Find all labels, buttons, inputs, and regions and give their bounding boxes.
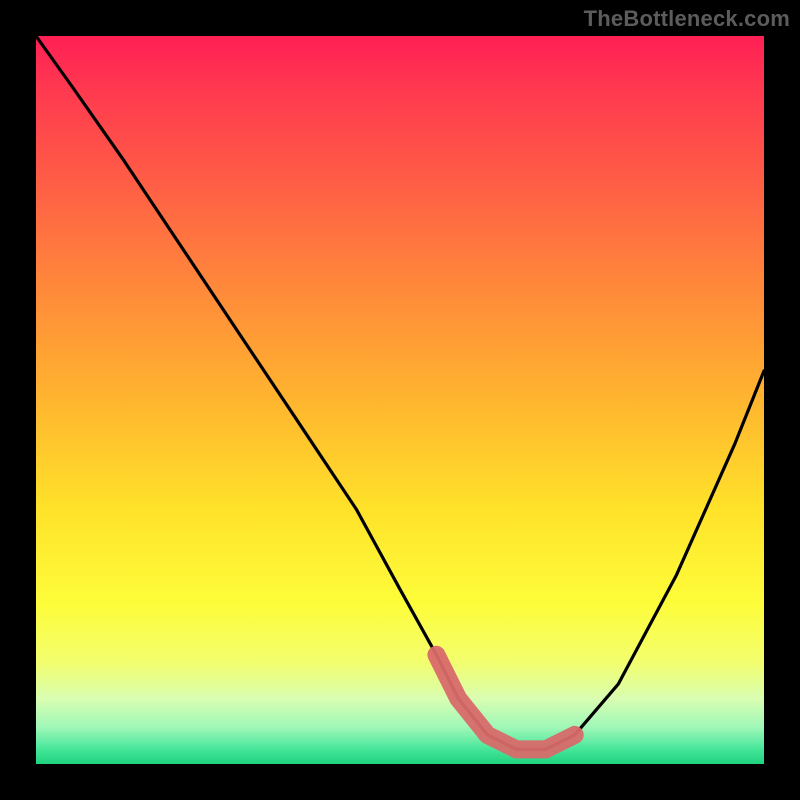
plot-area [36, 36, 764, 764]
curve-svg [36, 36, 764, 764]
optimal-highlight-path [436, 655, 574, 750]
chart-frame: TheBottleneck.com [0, 0, 800, 800]
bottleneck-curve-path [36, 36, 764, 749]
brand-watermark: TheBottleneck.com [584, 6, 790, 32]
